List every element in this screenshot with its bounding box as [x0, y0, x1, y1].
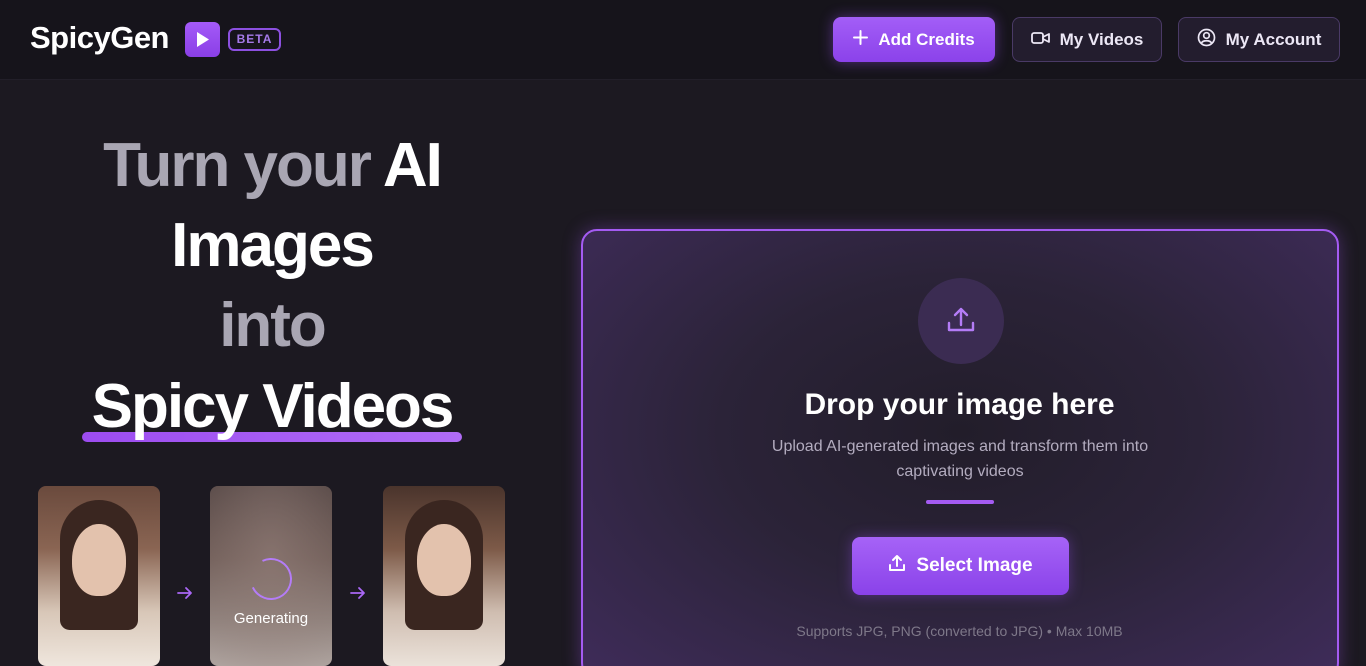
play-icon — [185, 22, 220, 57]
brand-logo-text[interactable]: SpicyGen — [30, 20, 170, 56]
my-videos-button[interactable]: My Videos — [1012, 17, 1162, 62]
divider — [926, 500, 994, 504]
drop-zone-subtitle: Upload AI-generated images and transform… — [771, 438, 1149, 480]
arrow-right-icon — [350, 587, 365, 599]
hero-headline-turn-your: Turn your — [103, 131, 383, 200]
hero-headline-line-1: Turn your AI — [0, 131, 544, 201]
arrow-right-icon — [177, 587, 192, 599]
plus-icon — [853, 29, 869, 50]
upload-icon — [918, 278, 1004, 364]
image-drop-zone[interactable]: Drop your image here Upload AI-generated… — [581, 229, 1339, 666]
select-image-button[interactable]: Select Image — [852, 537, 1069, 595]
hero-headline-line-3: into — [219, 291, 327, 360]
upload-icon — [888, 554, 906, 578]
hero-headline-line-4: Spicy Videos — [91, 372, 455, 441]
hero-headline-line-2: Images — [171, 211, 375, 280]
video-camera-icon — [1030, 30, 1050, 50]
user-circle-icon — [1197, 28, 1216, 52]
generating-thumbnail: Generating — [210, 486, 332, 666]
result-video-thumbnail — [383, 486, 505, 666]
add-credits-label: Add Credits — [878, 29, 975, 49]
beta-badge: BETA — [228, 28, 281, 51]
supported-formats-text: Supports JPG, PNG (converted to JPG) • M… — [796, 623, 1123, 639]
drop-zone-title: Drop your image here — [804, 388, 1115, 421]
my-account-button[interactable]: My Account — [1178, 17, 1340, 62]
my-videos-label: My Videos — [1059, 29, 1144, 49]
my-account-label: My Account — [1225, 29, 1322, 49]
source-image-thumbnail — [38, 486, 160, 666]
top-nav-bar: SpicyGen BETA Add Credits My Videos My A… — [0, 0, 1366, 80]
hero-headline-ai: AI — [382, 131, 443, 200]
select-image-label: Select Image — [916, 555, 1033, 576]
generating-label: Generating — [233, 610, 309, 627]
add-credits-button[interactable]: Add Credits — [833, 17, 995, 62]
